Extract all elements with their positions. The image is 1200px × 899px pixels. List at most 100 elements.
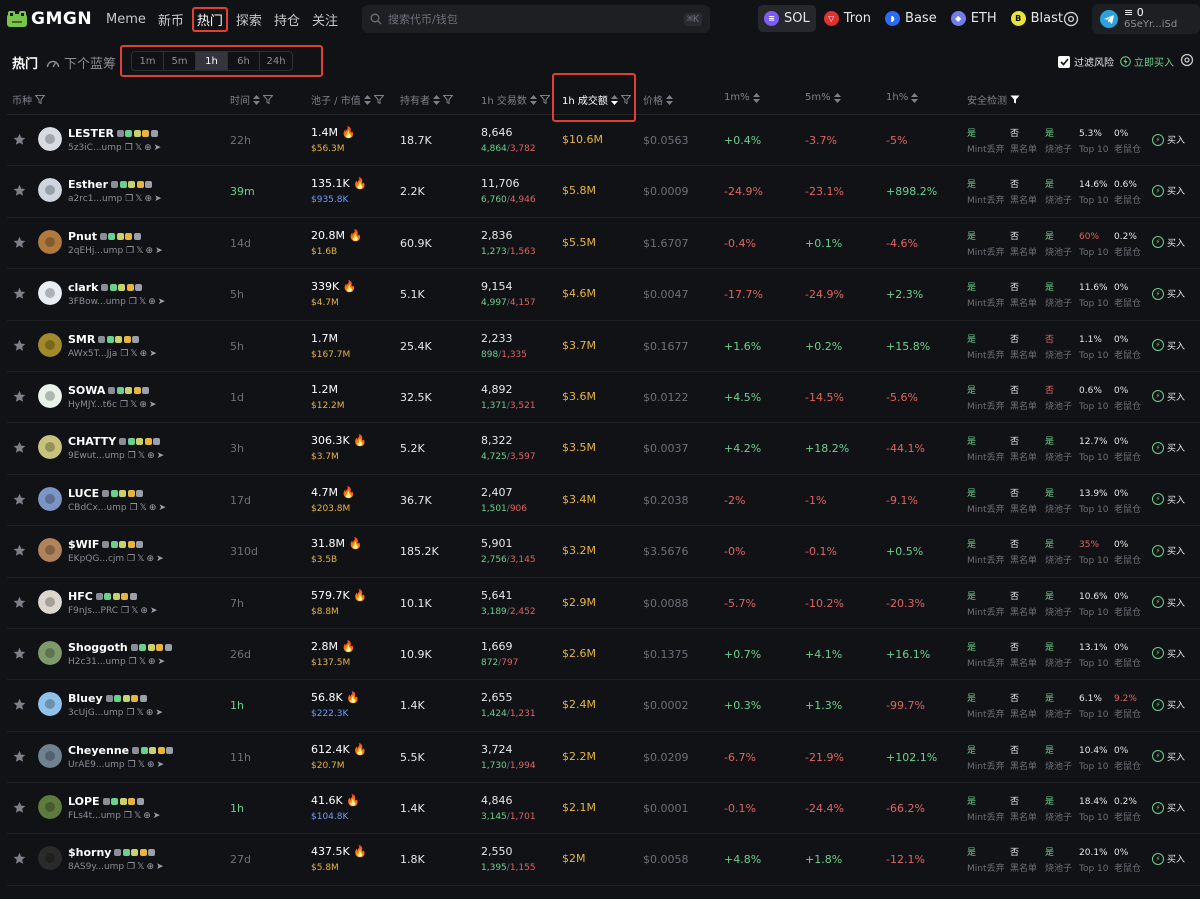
table-row[interactable]: SOWA HyMJY...t6c ❐ 𝕏 ⊕ ➤ 1d 1.2M $12.2M 32.5K 4,89… <box>7 372 1200 424</box>
telegram-icon[interactable]: ➤ <box>157 760 165 770</box>
table-row[interactable]: CHATTY 9Ewut...ump ❐ 𝕏 ⊕ ➤ 3h 306.3K 🔥 $3.7M 5.2K… <box>7 423 1200 475</box>
copy-icon[interactable]: ❐ <box>120 400 128 410</box>
telegram-icon[interactable]: ➤ <box>156 554 164 564</box>
quick-buy-button[interactable]: ⚡ 买入 <box>1152 801 1185 814</box>
copy-icon[interactable]: ❐ <box>129 297 137 307</box>
column-change-1h[interactable]: 1h% <box>886 92 919 103</box>
buy-now-button[interactable]: 立即买入 <box>1120 54 1174 69</box>
quick-buy-button[interactable]: ⚡ 买入 <box>1152 236 1185 249</box>
star-icon[interactable] <box>13 133 26 149</box>
telegram-icon[interactable]: ➤ <box>150 606 158 616</box>
token-name[interactable]: Pnut <box>68 230 142 243</box>
x-icon[interactable]: 𝕏 <box>139 297 146 307</box>
x-icon[interactable]: 𝕏 <box>134 811 141 821</box>
column-token[interactable]: 币种 <box>12 92 45 107</box>
table-row[interactable]: LUCE CBdCx...ump ❐ 𝕏 ⊕ ➤ 17d 4.7M 🔥 $203.8M 36.7K… <box>7 475 1200 527</box>
token-name[interactable]: LESTER <box>68 127 159 140</box>
star-icon[interactable] <box>13 544 26 560</box>
globe-icon[interactable]: ⊕ <box>149 503 157 513</box>
globe-icon[interactable]: ⊕ <box>146 246 154 256</box>
quick-buy-button[interactable]: ⚡ 买入 <box>1152 390 1185 403</box>
filter-icon[interactable] <box>539 95 550 104</box>
checkbox-checked-icon[interactable] <box>1058 55 1070 68</box>
token-name[interactable]: SMR <box>68 333 141 346</box>
x-icon[interactable]: 𝕏 <box>135 143 142 153</box>
quick-buy-button[interactable]: ⚡ 买入 <box>1152 133 1185 146</box>
filter-icon[interactable] <box>263 95 273 104</box>
x-icon[interactable]: 𝕏 <box>138 760 145 770</box>
token-name[interactable]: $horny <box>68 846 157 859</box>
star-icon[interactable] <box>13 390 26 406</box>
table-row[interactable]: clark 3FBow...ump ❐ 𝕏 ⊕ ➤ 5h 339K 🔥 $4.7M 5.1K 9,1… <box>7 269 1200 321</box>
nav-item-4[interactable]: 持仓 <box>270 7 304 32</box>
x-icon[interactable]: 𝕏 <box>137 708 144 718</box>
table-row[interactable]: SMR AWx5T...Jja ❐ 𝕏 ⊕ ➤ 5h 1.7M $167.7M 25.4K 2,23… <box>7 321 1200 372</box>
chain-1[interactable]: ▽ Tron <box>818 5 877 32</box>
copy-icon[interactable]: ❐ <box>127 862 135 872</box>
nav-item-2[interactable]: 热门 <box>191 6 228 32</box>
x-icon[interactable]: 𝕏 <box>138 451 145 461</box>
globe-icon[interactable]: ⊕ <box>144 143 152 153</box>
copy-icon[interactable]: ❐ <box>126 246 134 256</box>
table-settings-gear-icon[interactable] <box>1180 53 1194 67</box>
timeframe-3[interactable]: 6h <box>228 52 260 70</box>
quick-buy-button[interactable]: ⚡ 买入 <box>1152 596 1185 609</box>
star-icon[interactable] <box>13 236 26 252</box>
quick-buy-button[interactable]: ⚡ 买入 <box>1152 287 1185 300</box>
copy-icon[interactable]: ❐ <box>125 143 133 153</box>
x-icon[interactable]: 𝕏 <box>140 503 147 513</box>
star-icon[interactable] <box>13 493 26 509</box>
table-row[interactable]: LOPE FLs4t...ump ❐ 𝕏 ⊕ ➤ 1h 41.6K 🔥 $104.8K 1.4K 4… <box>7 783 1200 835</box>
globe-icon[interactable]: ⊕ <box>147 451 155 461</box>
telegram-icon[interactable]: ➤ <box>158 503 166 513</box>
telegram-icon[interactable]: ➤ <box>149 400 157 410</box>
x-icon[interactable]: 𝕏 <box>136 246 143 256</box>
copy-icon[interactable]: ❐ <box>128 451 136 461</box>
sort-icon[interactable] <box>752 92 760 103</box>
settings-gear-icon[interactable] <box>1062 10 1080 28</box>
table-row[interactable]: Bluey 3cUjG...ump ❐ 𝕏 ⊕ ➤ 1h 56.8K 🔥 $222.3K 1.4K… <box>7 680 1200 732</box>
nav-item-3[interactable]: 探索 <box>232 7 266 32</box>
filter-active-icon[interactable] <box>1010 95 1020 104</box>
telegram-icon[interactable]: ➤ <box>158 657 166 667</box>
quick-buy-button[interactable]: ⚡ 买入 <box>1152 698 1185 711</box>
telegram-icon[interactable]: ➤ <box>149 349 157 359</box>
copy-icon[interactable]: ❐ <box>121 606 129 616</box>
quick-buy-button[interactable]: ⚡ 买入 <box>1152 184 1185 197</box>
table-row[interactable]: Pnut 2qEHj...ump ❐ 𝕏 ⊕ ➤ 14d 20.8M 🔥 $1.6B 60.9K 2… <box>7 218 1200 270</box>
token-address[interactable]: 3FBow...ump ❐ 𝕏 ⊕ ➤ <box>68 297 167 307</box>
token-address[interactable]: H2c31...ump ❐ 𝕏 ⊕ ➤ <box>68 657 167 667</box>
globe-icon[interactable]: ⊕ <box>147 760 155 770</box>
telegram-icon[interactable]: ➤ <box>155 246 163 256</box>
sort-icon[interactable] <box>911 92 919 103</box>
globe-icon[interactable]: ⊕ <box>147 554 155 564</box>
quick-buy-button[interactable]: ⚡ 买入 <box>1152 750 1185 763</box>
star-icon[interactable] <box>13 287 26 303</box>
table-row[interactable]: Shoggoth H2c31...ump ❐ 𝕏 ⊕ ➤ 26d 2.8M 🔥 $137.5M 1… <box>7 629 1200 681</box>
token-address[interactable]: HyMJY...t6c ❐ 𝕏 ⊕ ➤ <box>68 400 158 410</box>
chain-3[interactable]: ◆ ETH <box>945 5 1003 32</box>
star-icon[interactable] <box>13 801 26 817</box>
token-address[interactable]: 9Ewut...ump ❐ 𝕏 ⊕ ➤ <box>68 451 166 461</box>
token-address[interactable]: 8AS9y...ump ❐ 𝕏 ⊕ ➤ <box>68 862 166 872</box>
token-name[interactable]: SOWA <box>68 384 151 397</box>
token-address[interactable]: 5z3iC...ump ❐ 𝕏 ⊕ ➤ <box>68 143 163 153</box>
copy-icon[interactable]: ❐ <box>128 760 136 770</box>
sort-icon[interactable] <box>529 94 537 105</box>
sort-icon[interactable] <box>433 94 440 105</box>
filter-icon[interactable] <box>35 95 45 104</box>
sort-desc-icon[interactable] <box>610 94 618 105</box>
nav-item-5[interactable]: 关注 <box>308 7 342 32</box>
sort-icon[interactable] <box>253 94 260 105</box>
copy-icon[interactable]: ❐ <box>130 503 138 513</box>
star-icon[interactable] <box>13 184 26 200</box>
quick-buy-button[interactable]: ⚡ 买入 <box>1152 441 1185 454</box>
table-row[interactable]: HFC F9nJs...PRC ❐ 𝕏 ⊕ ➤ 7h 579.7K 🔥 $8.8M 10.1K 5,… <box>7 578 1200 629</box>
token-address[interactable]: EKpQG...cjm ❐ 𝕏 ⊕ ➤ <box>68 554 166 564</box>
column-volume[interactable]: 1h 成交额 <box>562 92 631 107</box>
globe-icon[interactable]: ⊕ <box>148 657 156 667</box>
x-icon[interactable]: 𝕏 <box>131 606 138 616</box>
column-change-5m[interactable]: 5m% <box>805 92 841 103</box>
nav-item-0[interactable]: Meme <box>102 9 150 30</box>
token-name[interactable]: clark <box>68 281 144 294</box>
